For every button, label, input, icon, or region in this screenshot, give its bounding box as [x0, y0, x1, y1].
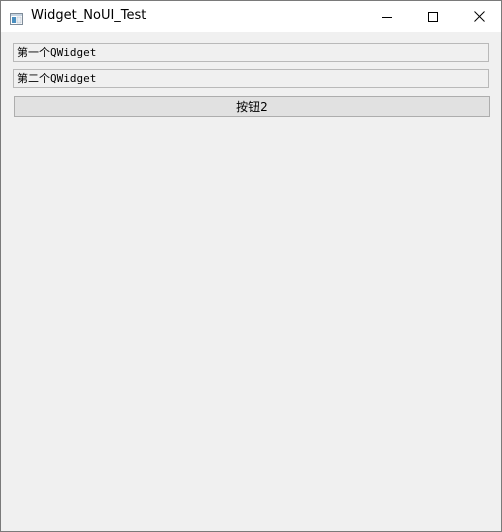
minimize-icon — [382, 7, 392, 26]
maximize-icon — [428, 7, 438, 26]
window-title: Widget_NoUI_Test — [31, 8, 147, 23]
close-icon — [473, 7, 485, 26]
minimize-button[interactable] — [364, 1, 410, 32]
app-window: Widget_NoUI_Test 第一个QWidget 第二个QWidget 按… — [0, 0, 502, 532]
title-bar[interactable]: Widget_NoUI_Test — [1, 1, 501, 32]
first-widget: 第一个QWidget — [13, 43, 489, 62]
close-button[interactable] — [456, 1, 502, 32]
client-area: 第一个QWidget 第二个QWidget 按钮2 — [1, 32, 501, 531]
window-app-icon — [10, 10, 23, 25]
button-2[interactable]: 按钮2 — [14, 96, 490, 117]
maximize-button[interactable] — [410, 1, 456, 32]
second-widget: 第二个QWidget — [13, 69, 489, 88]
